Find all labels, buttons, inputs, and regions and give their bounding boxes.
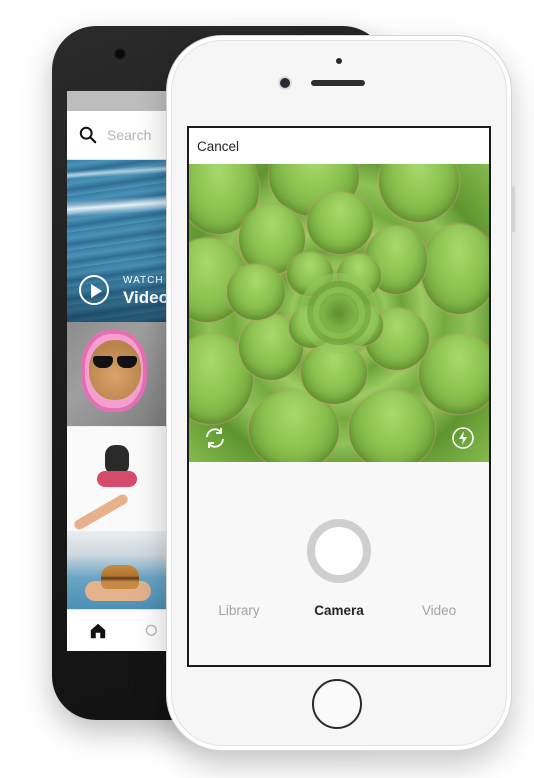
search-icon [79,126,97,144]
photo-tile-cat[interactable] [67,322,167,426]
tab-video[interactable]: Video [394,603,484,618]
photo-tile-burger[interactable] [67,531,167,609]
mode-tabs: Library Camera Video [189,593,489,627]
camera-flip-icon[interactable] [203,426,227,450]
video-tile[interactable]: WATCH Video [67,160,167,322]
camera-controls: Library Camera Video [189,462,489,627]
play-icon[interactable] [79,275,109,305]
video-label: Video [123,288,167,307]
iphone: Cancel Library Camera Video [166,35,515,751]
dog-dress [97,471,137,487]
home-button[interactable] [312,679,362,729]
shutter-button[interactable] [307,519,371,583]
wave-foam [67,163,167,181]
nav-search-icon[interactable] [145,624,159,638]
arm [72,492,130,531]
sunglasses [93,356,137,368]
search-bar[interactable]: Search [67,111,167,160]
search-placeholder: Search [107,127,152,143]
wave-foam [67,193,167,219]
top-bar: Cancel [189,128,489,164]
earpiece [311,80,365,86]
photo-tile-dog[interactable] [67,426,167,531]
home-icon[interactable] [89,622,107,640]
camera-viewfinder[interactable] [189,164,489,462]
side-button [511,186,515,232]
tab-camera[interactable]: Camera [294,603,384,618]
cat-face [89,340,141,400]
front-camera [280,78,290,88]
status-bar [67,91,167,111]
front-camera [114,48,126,60]
bottom-nav [67,609,167,651]
burger [101,565,139,589]
camera-screen: Cancel Library Camera Video [187,126,491,667]
android-screen: Search WATCH Video [67,91,167,651]
flash-icon[interactable] [451,426,475,450]
proximity-sensor [336,58,342,64]
watch-label: WATCH [123,275,164,286]
cancel-button[interactable]: Cancel [197,139,239,154]
tab-library[interactable]: Library [194,603,284,618]
succulent-center [319,293,359,333]
